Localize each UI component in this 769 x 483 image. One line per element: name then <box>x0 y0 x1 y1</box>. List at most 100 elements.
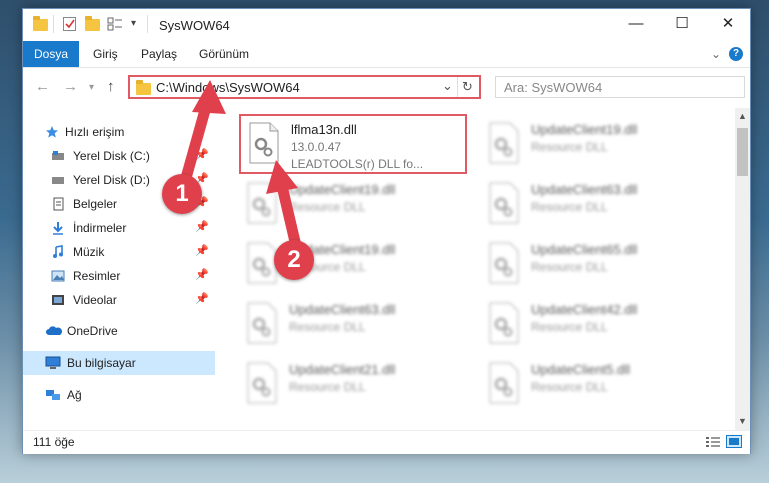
tab-home[interactable]: Giriş <box>83 41 128 67</box>
pin-icon[interactable]: 📌 <box>195 220 209 233</box>
file-name: UpdateClient19.dll <box>289 182 396 197</box>
view-options-icon[interactable] <box>107 17 123 31</box>
maximize-button[interactable]: ☐ <box>659 9 705 41</box>
pin-icon[interactable]: 📌 <box>195 268 209 281</box>
music-icon <box>53 245 63 258</box>
file-name: UpdateClient42.dll <box>531 302 638 317</box>
file-name: UpdateClient65.dll <box>531 242 638 257</box>
tab-file[interactable]: Dosya <box>23 41 79 67</box>
scroll-down-icon[interactable]: ▼ <box>738 416 747 426</box>
file-type: Resource DLL <box>531 200 608 214</box>
pin-icon[interactable]: 📌 <box>195 244 209 257</box>
file-name: lflma13n.dll <box>291 122 357 137</box>
file-tile[interactable]: UpdateClient5.dll Resource DLL <box>481 356 709 414</box>
step-badge-2: 2 <box>274 240 314 280</box>
sidebar-item-label: Resimler <box>73 269 121 283</box>
sidebar-item-downloads[interactable]: İndirmeler 📌 <box>23 216 215 240</box>
drive-icon <box>52 177 64 184</box>
recent-locations-icon[interactable]: ▾ <box>89 82 94 93</box>
file-name: UpdateClient5.dll <box>531 362 631 377</box>
customize-toolbar-icon[interactable]: ▾ <box>131 18 136 34</box>
refresh-icon[interactable]: ↻ <box>462 79 473 95</box>
file-type: Resource DLL <box>531 260 608 274</box>
divider <box>53 15 54 33</box>
dll-file-icon <box>489 122 519 164</box>
status-bar: 111 öğe <box>23 430 750 454</box>
cloud-icon <box>46 326 63 335</box>
address-path[interactable]: C:\Windows\SysWOW64 <box>156 80 300 95</box>
tab-share[interactable]: Paylaş <box>131 41 187 67</box>
file-tile[interactable]: UpdateClient63.dll Resource DLL <box>239 296 467 354</box>
address-dropdown-icon[interactable]: ⌄ <box>442 78 453 94</box>
sidebar-item-label: Belgeler <box>73 197 118 211</box>
dll-file-icon <box>249 122 279 164</box>
forward-arrow-icon[interactable]: → <box>63 78 78 95</box>
drive-icon <box>52 151 64 160</box>
search-placeholder: Ara: SysWOW64 <box>504 80 603 95</box>
sidebar-item-videos[interactable]: Videolar 📌 <box>23 288 215 312</box>
file-type: Resource DLL <box>531 140 608 154</box>
document-icon <box>53 197 64 211</box>
sidebar-item-label: İndirmeler <box>73 221 127 235</box>
file-type: Resource DLL <box>289 200 366 214</box>
dll-file-icon <box>247 302 277 344</box>
network-icon <box>46 390 60 400</box>
sidebar-item-network[interactable]: Ağ <box>23 383 215 407</box>
dll-file-icon <box>247 362 277 404</box>
file-tile[interactable]: UpdateClient19.dll Resource DLL <box>239 236 467 294</box>
file-tile[interactable]: UpdateClient19.dll Resource DLL <box>239 176 467 234</box>
item-count: 111 öğe <box>33 435 75 449</box>
properties-icon[interactable] <box>63 17 76 31</box>
file-tile[interactable]: UpdateClient65.dll Resource DLL <box>481 236 709 294</box>
details-view-icon[interactable] <box>705 436 721 448</box>
up-arrow-icon[interactable]: ↑ <box>107 78 115 95</box>
file-name: UpdateClient63.dll <box>531 182 638 197</box>
sidebar-item-label: Müzik <box>73 245 105 259</box>
scroll-thumb[interactable] <box>737 128 748 176</box>
dll-file-icon <box>489 362 519 404</box>
file-description: LEADTOOLS(r) DLL fo... <box>291 157 424 171</box>
sidebar-item-this-pc[interactable]: Bu bilgisayar <box>23 351 215 375</box>
file-tile[interactable]: UpdateClient19.dll Resource DLL <box>481 116 709 174</box>
tab-view[interactable]: Görünüm <box>189 41 259 67</box>
scroll-up-icon[interactable]: ▲ <box>738 111 747 121</box>
file-version: 13.0.0.47 <box>291 140 342 154</box>
sidebar-item-quick-access[interactable]: Hızlı erişim <box>23 120 215 144</box>
dll-file-icon <box>247 242 277 284</box>
title-bar: ▾ SysWOW64 — ☐ ✕ <box>23 9 750 41</box>
minimize-button[interactable]: — <box>613 9 659 41</box>
file-type: Resource DLL <box>531 320 608 334</box>
dll-file-icon <box>247 182 277 224</box>
back-arrow-icon[interactable]: ← <box>35 78 50 95</box>
computer-icon <box>45 356 61 369</box>
file-tile-lflma13n[interactable]: lflma13n.dll 13.0.0.47 LEADTOOLS(r) DLL … <box>239 114 467 174</box>
expand-ribbon-icon[interactable]: ⌄ <box>701 41 731 67</box>
download-icon <box>53 222 63 235</box>
sidebar-item-local-disk-c[interactable]: Yerel Disk (C:) 📌 <box>23 144 215 168</box>
help-icon[interactable]: ? <box>729 47 743 61</box>
sidebar-item-label: Yerel Disk (D:) <box>73 173 150 187</box>
sidebar-item-onedrive[interactable]: OneDrive <box>23 319 215 343</box>
divider <box>147 15 148 33</box>
folder-icon <box>136 80 151 95</box>
close-button[interactable]: ✕ <box>705 9 751 41</box>
file-type: Resource DLL <box>289 380 366 394</box>
file-type: Resource DLL <box>289 320 366 334</box>
vertical-scrollbar[interactable]: ▲ ▼ <box>735 108 750 430</box>
sidebar-item-label: Yerel Disk (C:) <box>73 149 150 163</box>
file-tile[interactable]: UpdateClient21.dll Resource DLL <box>239 356 467 414</box>
sidebar-item-pictures[interactable]: Resimler 📌 <box>23 264 215 288</box>
divider <box>457 77 458 97</box>
file-tile[interactable]: UpdateClient63.dll Resource DLL <box>481 176 709 234</box>
large-icons-view-icon[interactable] <box>726 435 742 448</box>
address-bar[interactable]: C:\Windows\SysWOW64 ⌄ ↻ <box>128 75 481 99</box>
file-tile[interactable]: UpdateClient42.dll Resource DLL <box>481 296 709 354</box>
sidebar-item-label: Hızlı erişim <box>65 125 125 139</box>
sidebar-item-music[interactable]: Müzik 📌 <box>23 240 215 264</box>
dll-file-icon <box>489 182 519 224</box>
pin-icon[interactable]: 📌 <box>195 148 209 161</box>
new-folder-icon[interactable] <box>85 16 100 31</box>
pin-icon[interactable]: 📌 <box>195 292 209 305</box>
search-box[interactable]: Ara: SysWOW64 <box>495 76 745 98</box>
file-name: UpdateClient19.dll <box>531 122 638 137</box>
